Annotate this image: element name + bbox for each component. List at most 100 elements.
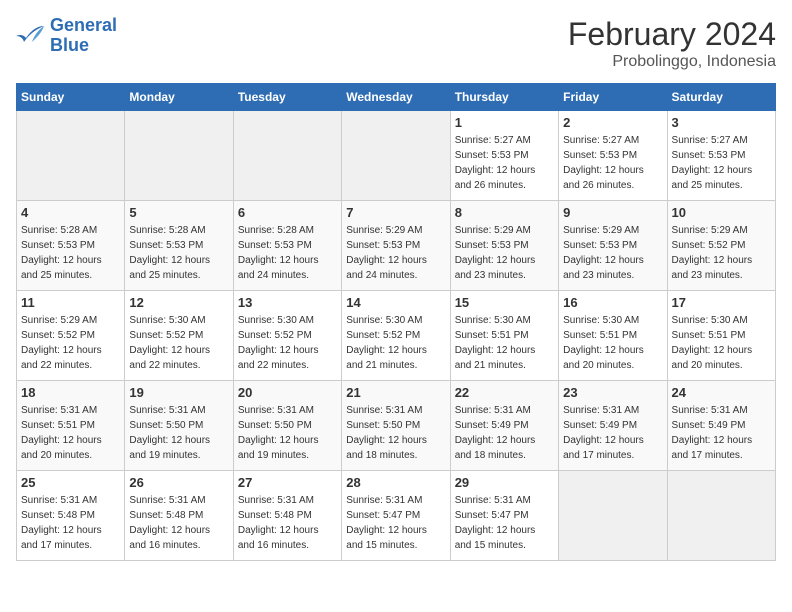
table-row: 23 Sunrise: 5:31 AMSunset: 5:49 PMDayligh… [559,381,667,471]
day-number: 5 [129,205,228,220]
logo: General Blue [16,16,117,56]
day-info: Sunrise: 5:31 AMSunset: 5:50 PMDaylight:… [238,403,337,463]
day-info: Sunrise: 5:27 AMSunset: 5:53 PMDaylight:… [672,133,771,193]
table-row: 26 Sunrise: 5:31 AMSunset: 5:48 PMDayligh… [125,471,233,561]
day-info: Sunrise: 5:31 AMSunset: 5:47 PMDaylight:… [346,493,445,553]
day-number: 19 [129,385,228,400]
table-row: 18 Sunrise: 5:31 AMSunset: 5:51 PMDayligh… [17,381,125,471]
day-number: 7 [346,205,445,220]
header-sunday: Sunday [17,84,125,111]
table-row: 17 Sunrise: 5:30 AMSunset: 5:51 PMDayligh… [667,291,775,381]
header-friday: Friday [559,84,667,111]
day-number: 26 [129,475,228,490]
day-info: Sunrise: 5:27 AMSunset: 5:53 PMDaylight:… [563,133,662,193]
day-number: 17 [672,295,771,310]
day-info: Sunrise: 5:31 AMSunset: 5:51 PMDaylight:… [21,403,120,463]
table-row: 11 Sunrise: 5:29 AMSunset: 5:52 PMDayligh… [17,291,125,381]
table-row: 6 Sunrise: 5:28 AMSunset: 5:53 PMDaylight… [233,201,341,291]
table-row: 20Sunrise: 5:31 AMSunset: 5:50 PMDayligh… [233,381,341,471]
day-info: Sunrise: 5:30 AMSunset: 5:52 PMDaylight:… [346,313,445,373]
day-number: 8 [455,205,554,220]
day-number: 10 [672,205,771,220]
day-info: Sunrise: 5:30 AMSunset: 5:51 PMDaylight:… [563,313,662,373]
day-number: 25 [21,475,120,490]
table-row [342,111,450,201]
table-row: 5 Sunrise: 5:28 AMSunset: 5:53 PMDaylight… [125,201,233,291]
calendar-week-row: 18 Sunrise: 5:31 AMSunset: 5:51 PMDayligh… [17,381,776,471]
day-info: Sunrise: 5:31 AMSunset: 5:50 PMDaylight:… [129,403,228,463]
table-row [559,471,667,561]
day-number: 11 [21,295,120,310]
day-number: 13 [238,295,337,310]
calendar-week-row: 11 Sunrise: 5:29 AMSunset: 5:52 PMDayligh… [17,291,776,381]
day-number: 16 [563,295,662,310]
calendar-week-row: 4 Sunrise: 5:28 AMSunset: 5:53 PMDaylight… [17,201,776,291]
day-info: Sunrise: 5:30 AMSunset: 5:51 PMDaylight:… [672,313,771,373]
day-info: Sunrise: 5:29 AMSunset: 5:52 PMDaylight:… [21,313,120,373]
table-row [667,471,775,561]
day-info: Sunrise: 5:31 AMSunset: 5:49 PMDaylight:… [455,403,554,463]
day-info: Sunrise: 5:29 AMSunset: 5:52 PMDaylight:… [672,223,771,283]
table-row: 29 Sunrise: 5:31 AMSunset: 5:47 PMDayligh… [450,471,558,561]
table-row [233,111,341,201]
day-info: Sunrise: 5:28 AMSunset: 5:53 PMDaylight:… [21,223,120,283]
day-info: Sunrise: 5:31 AMSunset: 5:48 PMDaylight:… [21,493,120,553]
day-number: 6 [238,205,337,220]
day-info: Sunrise: 5:29 AMSunset: 5:53 PMDaylight:… [346,223,445,283]
table-row: 3 Sunrise: 5:27 AMSunset: 5:53 PMDaylight… [667,111,775,201]
day-number: 28 [346,475,445,490]
logo-text-line1: General [50,16,117,36]
day-info: Sunrise: 5:27 AMSunset: 5:53 PMDaylight:… [455,133,554,193]
title-block: February 2024 Probolinggo, Indonesia [568,16,776,71]
day-number: 2 [563,115,662,130]
logo-text-line2: Blue [50,36,117,56]
day-info: Sunrise: 5:29 AMSunset: 5:53 PMDaylight:… [563,223,662,283]
day-info: Sunrise: 5:30 AMSunset: 5:52 PMDaylight:… [238,313,337,373]
day-number: 29 [455,475,554,490]
day-number: 27 [238,475,337,490]
day-number: 21 [346,385,445,400]
table-row: 15 Sunrise: 5:30 AMSunset: 5:51 PMDayligh… [450,291,558,381]
table-row: 7 Sunrise: 5:29 AMSunset: 5:53 PMDaylight… [342,201,450,291]
table-row: 9Sunrise: 5:29 AMSunset: 5:53 PMDaylight… [559,201,667,291]
day-number: 4 [21,205,120,220]
table-row: 24Sunrise: 5:31 AMSunset: 5:49 PMDayligh… [667,381,775,471]
day-info: Sunrise: 5:31 AMSunset: 5:48 PMDaylight:… [129,493,228,553]
table-row: 13 Sunrise: 5:30 AMSunset: 5:52 PMDayligh… [233,291,341,381]
day-info: Sunrise: 5:31 AMSunset: 5:47 PMDaylight:… [455,493,554,553]
day-info: Sunrise: 5:29 AMSunset: 5:53 PMDaylight:… [455,223,554,283]
calendar-header-row: Sunday Monday Tuesday Wednesday Thursday… [17,84,776,111]
table-row: 25 Sunrise: 5:31 AMSunset: 5:48 PMDayligh… [17,471,125,561]
logo-icon [16,24,46,48]
calendar-subtitle: Probolinggo, Indonesia [568,53,776,71]
day-info: Sunrise: 5:31 AMSunset: 5:48 PMDaylight:… [238,493,337,553]
table-row: 12Sunrise: 5:30 AMSunset: 5:52 PMDayligh… [125,291,233,381]
header-thursday: Thursday [450,84,558,111]
day-number: 3 [672,115,771,130]
table-row [17,111,125,201]
calendar-week-row: 1 Sunrise: 5:27 AMSunset: 5:53 PMDaylight… [17,111,776,201]
calendar-week-row: 25 Sunrise: 5:31 AMSunset: 5:48 PMDayligh… [17,471,776,561]
table-row: 14 Sunrise: 5:30 AMSunset: 5:52 PMDayligh… [342,291,450,381]
day-number: 23 [563,385,662,400]
day-number: 18 [21,385,120,400]
table-row: 16 Sunrise: 5:30 AMSunset: 5:51 PMDayligh… [559,291,667,381]
day-info: Sunrise: 5:31 AMSunset: 5:49 PMDaylight:… [563,403,662,463]
table-row: 1 Sunrise: 5:27 AMSunset: 5:53 PMDaylight… [450,111,558,201]
header-tuesday: Tuesday [233,84,341,111]
day-info: Sunrise: 5:28 AMSunset: 5:53 PMDaylight:… [129,223,228,283]
table-row: 22Sunrise: 5:31 AMSunset: 5:49 PMDayligh… [450,381,558,471]
table-row: 27 Sunrise: 5:31 AMSunset: 5:48 PMDayligh… [233,471,341,561]
day-number: 15 [455,295,554,310]
header-monday: Monday [125,84,233,111]
day-info: Sunrise: 5:28 AMSunset: 5:53 PMDaylight:… [238,223,337,283]
table-row [125,111,233,201]
day-info: Sunrise: 5:31 AMSunset: 5:50 PMDaylight:… [346,403,445,463]
day-number: 14 [346,295,445,310]
table-row: 10 Sunrise: 5:29 AMSunset: 5:52 PMDayligh… [667,201,775,291]
header-saturday: Saturday [667,84,775,111]
day-number: 1 [455,115,554,130]
calendar-table: Sunday Monday Tuesday Wednesday Thursday… [16,83,776,561]
table-row: 19 Sunrise: 5:31 AMSunset: 5:50 PMDayligh… [125,381,233,471]
day-info: Sunrise: 5:30 AMSunset: 5:51 PMDaylight:… [455,313,554,373]
